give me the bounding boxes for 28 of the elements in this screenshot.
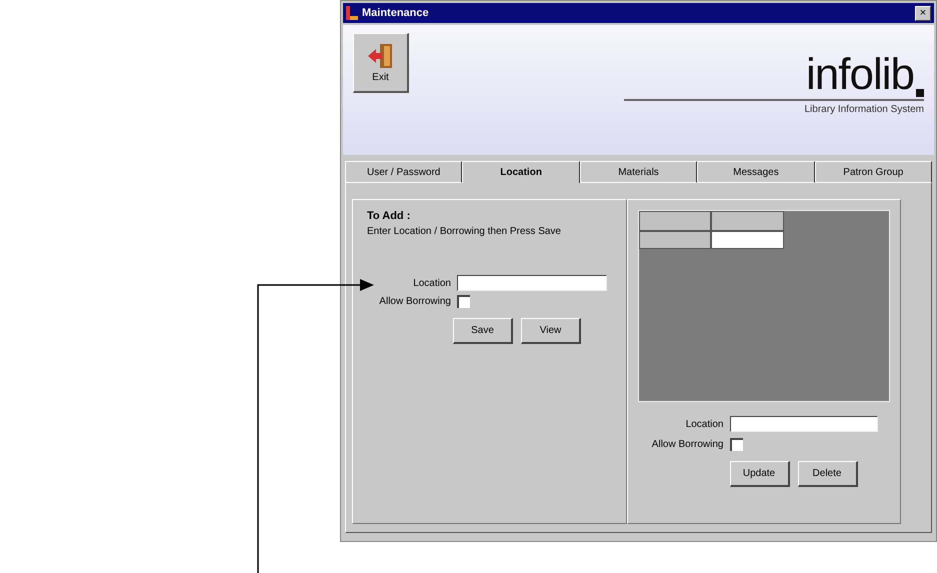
action-button[interactable]: Save — [453, 318, 513, 344]
action-button[interactable]: Delete — [798, 461, 858, 487]
action-button[interactable]: Update — [730, 461, 790, 487]
logo-square-icon — [916, 89, 924, 97]
action-button[interactable]: View — [521, 318, 581, 344]
checkbox-label: Allow Borrowing — [378, 296, 451, 307]
grid-cell — [638, 231, 710, 249]
grid-cell — [638, 211, 710, 231]
app-icon — [346, 6, 358, 20]
instruction-text: Enter Location / Borrowing then Press Save — [367, 226, 562, 237]
field-label: Location — [684, 418, 724, 430]
logo-text: infolib — [806, 53, 914, 97]
borrowing-checkbox[interactable] — [457, 295, 470, 308]
tab[interactable]: Patron Group — [814, 161, 932, 183]
field-label: Location — [412, 278, 451, 288]
tab[interactable]: Location — [462, 161, 580, 183]
tab[interactable]: User / Password — [345, 161, 462, 183]
window-title: Maintenance — [362, 7, 430, 19]
checkbox-label: Allow Borrowing — [650, 439, 724, 450]
location-field[interactable] — [730, 416, 878, 432]
location-field[interactable] — [457, 275, 607, 291]
tagline: Library Information System — [804, 104, 924, 115]
exit-button[interactable]: Exit — [353, 33, 409, 93]
close-button[interactable]: × — [915, 6, 931, 20]
borrowing-checkbox[interactable] — [730, 438, 742, 451]
panel-heading: To Add : — [367, 210, 412, 222]
tab[interactable]: Messages — [697, 161, 815, 183]
tab[interactable]: Materials — [580, 161, 698, 183]
